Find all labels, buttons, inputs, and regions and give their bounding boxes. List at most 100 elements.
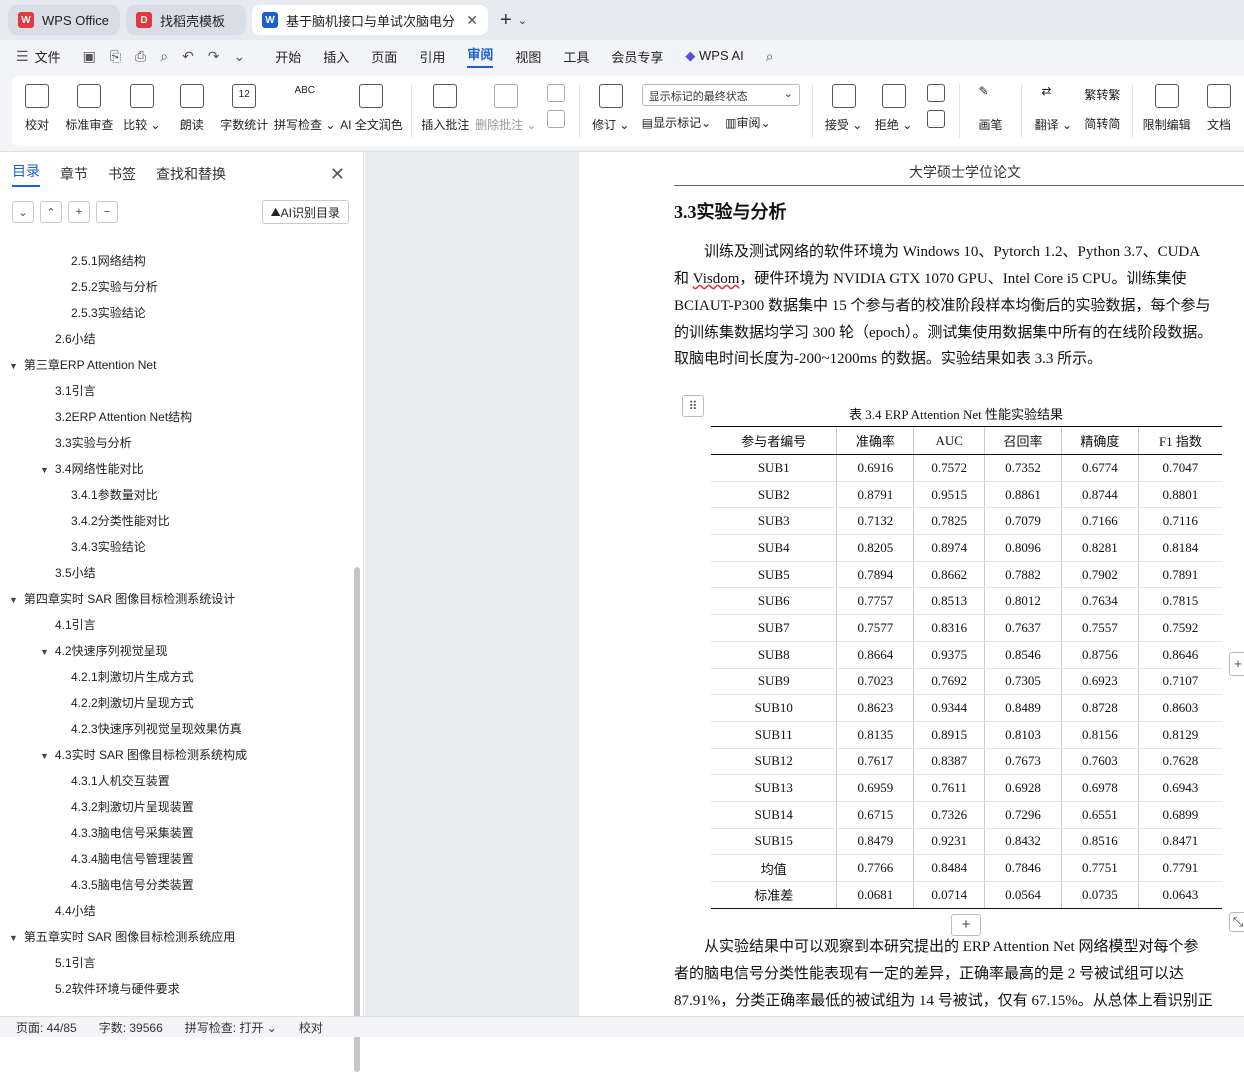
table-cell[interactable]: 0.8489 <box>984 694 1062 722</box>
table-cell[interactable]: 0.8135 <box>836 721 914 749</box>
table-cell[interactable]: 0.7757 <box>836 587 914 616</box>
expand-triangle-icon[interactable]: ▼ <box>9 595 18 605</box>
toc-item[interactable]: 5.2软件环境与硬件要求 <box>55 980 180 997</box>
expand-triangle-icon[interactable]: ▼ <box>9 361 18 371</box>
table-cell[interactable]: 0.0735 <box>1060 881 1139 909</box>
add-row-button[interactable]: + <box>951 914 981 936</box>
table-cell[interactable]: 0.8281 <box>1060 534 1139 562</box>
toc-item[interactable]: 2.5.1网络结构 <box>71 252 146 269</box>
toc-item[interactable]: 4.3.2刺激切片呈现装置 <box>71 798 194 815</box>
track-changes-button[interactable]: 修订 ⌄ <box>592 84 629 133</box>
toc-item[interactable]: 4.3.5脑电信号分类装置 <box>71 876 194 893</box>
to-traditional-button[interactable]: 繁 转繁 <box>1084 86 1120 103</box>
toc-item[interactable]: ▼ 4.2快速序列视觉呈现 <box>40 642 168 659</box>
spell-check-button[interactable]: ABC 拼写检查 ⌄ <box>274 84 335 133</box>
table-cell[interactable]: 0.7116 <box>1137 507 1222 536</box>
insert-comment-button[interactable]: 插入批注 <box>421 84 469 133</box>
table-cell[interactable]: 0.7766 <box>836 854 914 882</box>
table-cell[interactable]: SUB15 <box>711 828 837 856</box>
tab-document[interactable]: W 基于脑机接口与单试次脑电分 ✕ <box>252 5 488 35</box>
table-cell[interactable]: SUB8 <box>711 641 837 669</box>
table-cell[interactable]: 0.8156 <box>1060 721 1139 749</box>
table-cell[interactable]: 0.8974 <box>913 534 985 562</box>
paragraph-line[interactable]: 的训练集数据均学习 300 轮（epoch）。测试集使用数据集中所有的在线阶段数… <box>674 320 1212 347</box>
table-cell[interactable]: 0.7692 <box>913 668 985 696</box>
table-cell[interactable]: 0.9515 <box>913 481 985 509</box>
new-tab-icon[interactable]: + <box>500 9 512 32</box>
word-count-button[interactable]: 12 字数统计 <box>220 84 268 133</box>
menu-home[interactable]: 开始 <box>275 47 301 66</box>
table-cell[interactable]: 0.7902 <box>1060 561 1139 589</box>
paragraph-line[interactable]: 者的脑电信号分类性能表现有一定的差异，正确率最高的是 2 号被试组可以达 <box>674 961 1184 988</box>
table-cell[interactable]: 0.7751 <box>1060 854 1139 882</box>
toc-item[interactable]: 4.3.3脑电信号采集装置 <box>71 824 194 841</box>
toc-item[interactable]: 3.4.2分类性能对比 <box>71 512 170 529</box>
table-cell[interactable]: 0.8801 <box>1137 481 1222 509</box>
show-markup-button[interactable]: ▤ 显示标记 ⌄ <box>642 114 711 131</box>
table-cell[interactable]: SUB4 <box>711 534 837 562</box>
paragraph-line[interactable]: 训练及测试网络的软件环境为 Windows 10、Pytorch 1.2、Pyt… <box>674 239 1200 266</box>
prev-change-button[interactable] <box>926 84 946 136</box>
toc-item[interactable]: ▼ 第三章ERP Attention Net <box>9 356 156 373</box>
ai-toc-button[interactable]: ⛰ AI识别目录 <box>261 200 349 224</box>
remove-heading-icon[interactable]: − <box>96 201 118 223</box>
table-cell[interactable]: 0.8791 <box>836 481 914 509</box>
search-icon[interactable]: ⌕ <box>766 48 774 65</box>
add-column-button[interactable]: + <box>1229 652 1244 676</box>
table-cell[interactable]: 0.8664 <box>836 641 914 669</box>
table-cell[interactable]: 0.7296 <box>984 801 1062 829</box>
table-header-cell[interactable]: 召回率 <box>984 426 1062 455</box>
page-indicator[interactable]: 页面: 44/85 <box>16 1019 77 1036</box>
table-cell[interactable]: SUB12 <box>711 748 837 776</box>
toc-item[interactable]: 2.5.2实验与分析 <box>71 278 158 295</box>
table-cell[interactable]: SUB5 <box>711 561 837 589</box>
table-cell[interactable]: 0.7166 <box>1060 507 1139 536</box>
toc-item[interactable]: 3.3实验与分析 <box>55 434 132 451</box>
table-cell[interactable]: 0.6978 <box>1060 774 1139 802</box>
table-cell[interactable]: 0.7791 <box>1137 854 1222 882</box>
menu-member[interactable]: 会员专享 <box>611 47 663 66</box>
table-cell[interactable]: 0.8471 <box>1137 828 1222 856</box>
table-cell[interactable]: 0.9231 <box>913 828 985 856</box>
menu-insert[interactable]: 插入 <box>323 47 349 66</box>
toc-item[interactable]: 2.6小结 <box>55 330 96 347</box>
word-count[interactable]: 字数: 39566 <box>99 1019 163 1036</box>
table-cell[interactable]: SUB10 <box>711 694 837 722</box>
menu-file[interactable]: 文件 <box>35 47 61 66</box>
table-cell[interactable]: 0.7891 <box>1137 561 1222 589</box>
expand-triangle-icon[interactable]: ▼ <box>9 933 18 943</box>
table-cell[interactable]: 0.8662 <box>913 561 985 589</box>
expand-triangle-icon[interactable]: ▼ <box>40 465 49 475</box>
table-cell[interactable]: 0.0564 <box>984 881 1062 909</box>
results-table[interactable]: 参与者编号 准确率 AUC 召回率 精确度 F1 指数 SUB1 0.6916 0.7572 0… <box>711 426 1222 909</box>
add-heading-icon[interactable]: + <box>68 201 90 223</box>
table-header-cell[interactable]: AUC <box>913 426 985 455</box>
table-cell[interactable]: 0.7047 <box>1137 454 1222 482</box>
redo-icon[interactable]: ↷ <box>208 48 220 65</box>
table-cell[interactable]: 0.6916 <box>836 454 914 482</box>
table-cell[interactable]: 0.9344 <box>913 694 985 722</box>
table-cell[interactable]: 0.8387 <box>913 748 985 776</box>
toc-item[interactable]: 3.2ERP Attention Net结构 <box>55 408 192 425</box>
table-cell[interactable]: 0.7628 <box>1137 748 1222 776</box>
translate-button[interactable]: ⇄ 翻译 ⌄ <box>1035 84 1072 133</box>
spell-check-status[interactable]: 拼写检查: 打开 ⌄ <box>185 1019 277 1036</box>
expand-triangle-icon[interactable]: ▼ <box>40 751 49 761</box>
table-cell[interactable]: 0.7592 <box>1137 614 1222 642</box>
menu-view[interactable]: 视图 <box>515 47 541 66</box>
table-cell[interactable]: 0.7617 <box>836 748 914 776</box>
table-cell[interactable]: 0.0643 <box>1137 881 1222 909</box>
review-pane-button[interactable]: ▥ 审阅 ⌄ <box>725 114 770 131</box>
table-cell[interactable]: 0.8744 <box>1060 481 1139 509</box>
table-cell[interactable]: 0.6943 <box>1137 774 1222 802</box>
table-resize-handle[interactable]: ⤡ <box>1229 912 1244 932</box>
toc-item[interactable]: 5.1引言 <box>55 954 96 971</box>
table-cell[interactable]: 0.8623 <box>836 694 914 722</box>
proof-status[interactable]: 校对 <box>299 1019 323 1036</box>
table-cell[interactable]: 0.7132 <box>836 507 914 536</box>
table-cell[interactable]: 0.8012 <box>984 587 1062 616</box>
to-simplified-button[interactable]: 简 转简 <box>1084 115 1120 132</box>
table-cell[interactable]: SUB11 <box>711 721 837 749</box>
more-chevron-icon[interactable]: ⌄ <box>234 48 246 65</box>
restrict-edit-button[interactable]: 限制编辑 <box>1143 84 1191 133</box>
